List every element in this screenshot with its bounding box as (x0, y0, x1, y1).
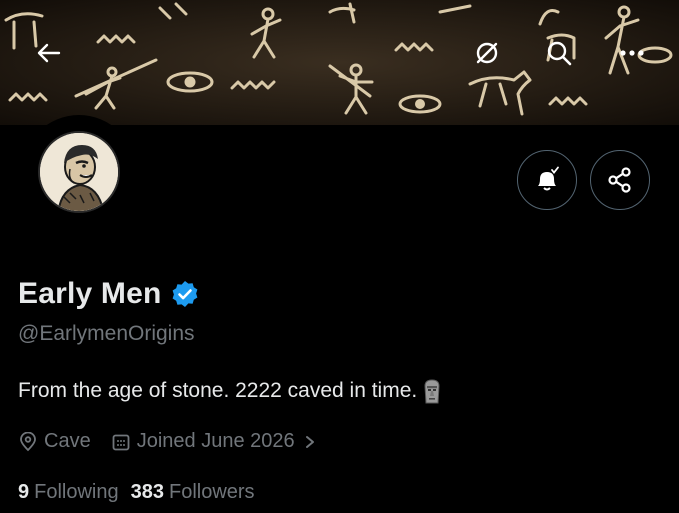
profile-handle: @EarlymenOrigins (18, 322, 195, 345)
join-date-text: Joined June 2026 (136, 430, 295, 452)
display-name: Early Men (18, 277, 162, 310)
followers-count: 383 (130, 481, 164, 503)
moai-emoji-icon (421, 378, 443, 404)
profile-page: Early Men @EarlymenOrigins From the age … (0, 0, 679, 513)
caveman-avatar-illustration (40, 133, 118, 211)
profile-avatar[interactable] (22, 115, 136, 229)
share-icon (608, 167, 631, 193)
location: Cave (18, 430, 91, 453)
profile-name-row: Early Men (18, 277, 200, 311)
grok-button[interactable] (463, 29, 511, 77)
location-pin-icon (20, 431, 36, 451)
following-link[interactable]: 9 Following (18, 481, 119, 504)
back-button[interactable] (25, 29, 73, 77)
more-horizontal-icon (620, 50, 644, 56)
location-text: Cave (44, 430, 91, 452)
share-button[interactable] (590, 150, 650, 210)
join-date[interactable]: Joined June 2026 (111, 430, 295, 453)
bell-check-icon (538, 166, 559, 191)
followers-link[interactable]: 383 Followers (131, 481, 255, 504)
slashed-circle-icon (476, 42, 498, 64)
calendar-icon (112, 434, 130, 450)
search-icon (547, 41, 572, 66)
profile-banner[interactable] (0, 0, 679, 125)
more-button[interactable] (608, 29, 656, 77)
followers-label: Followers (168, 481, 255, 503)
follow-stats: 9 Following 383 Followers (18, 481, 267, 504)
verified-badge-icon[interactable] (170, 279, 200, 309)
search-button[interactable] (535, 29, 583, 77)
following-count: 9 (18, 481, 30, 503)
notifications-button[interactable] (517, 150, 577, 210)
arrow-left-icon (37, 43, 61, 63)
following-label: Following (34, 481, 119, 503)
bio-text: From the age of stone. 2222 caved in tim… (18, 379, 418, 402)
profile-bio: From the age of stone. 2222 caved in tim… (18, 378, 443, 404)
profile-meta: Cave Joined June 2026 (18, 430, 317, 453)
avatar-image (38, 131, 120, 213)
chevron-right-icon[interactable] (303, 432, 317, 452)
